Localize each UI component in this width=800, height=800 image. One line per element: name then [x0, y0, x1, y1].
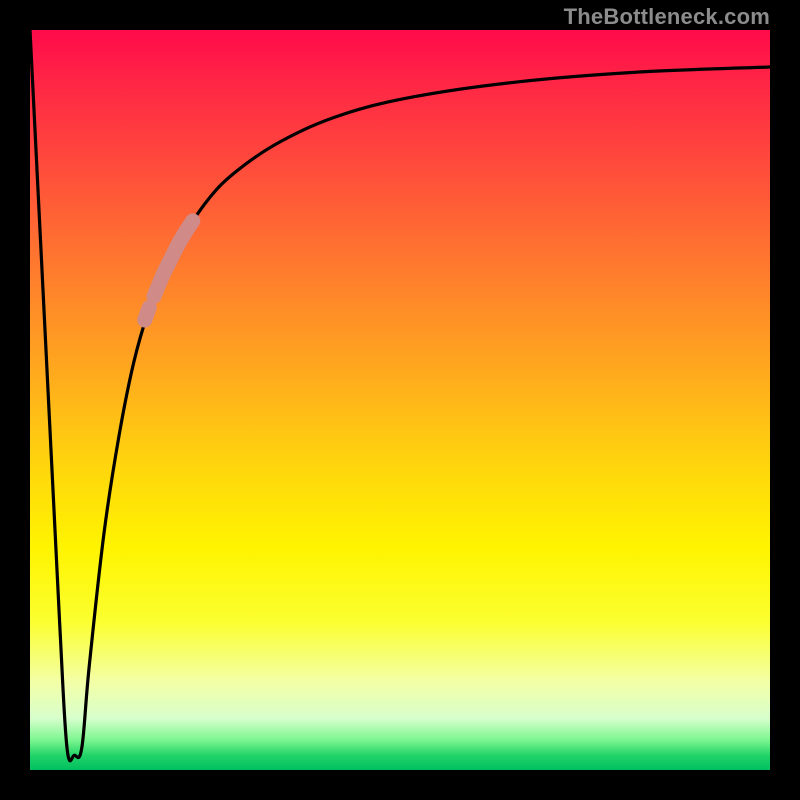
frame-border-right [770, 30, 800, 770]
plot-area [30, 30, 770, 770]
watermark-text: TheBottleneck.com [564, 4, 770, 30]
curve-svg [30, 30, 770, 770]
highlight-segment-dots [137, 213, 200, 327]
chart-frame: TheBottleneck.com [0, 0, 800, 800]
highlight-dot [185, 213, 200, 228]
bottleneck-curve-path [30, 30, 770, 761]
frame-border-bottom [0, 770, 800, 800]
frame-border-left [0, 30, 30, 770]
